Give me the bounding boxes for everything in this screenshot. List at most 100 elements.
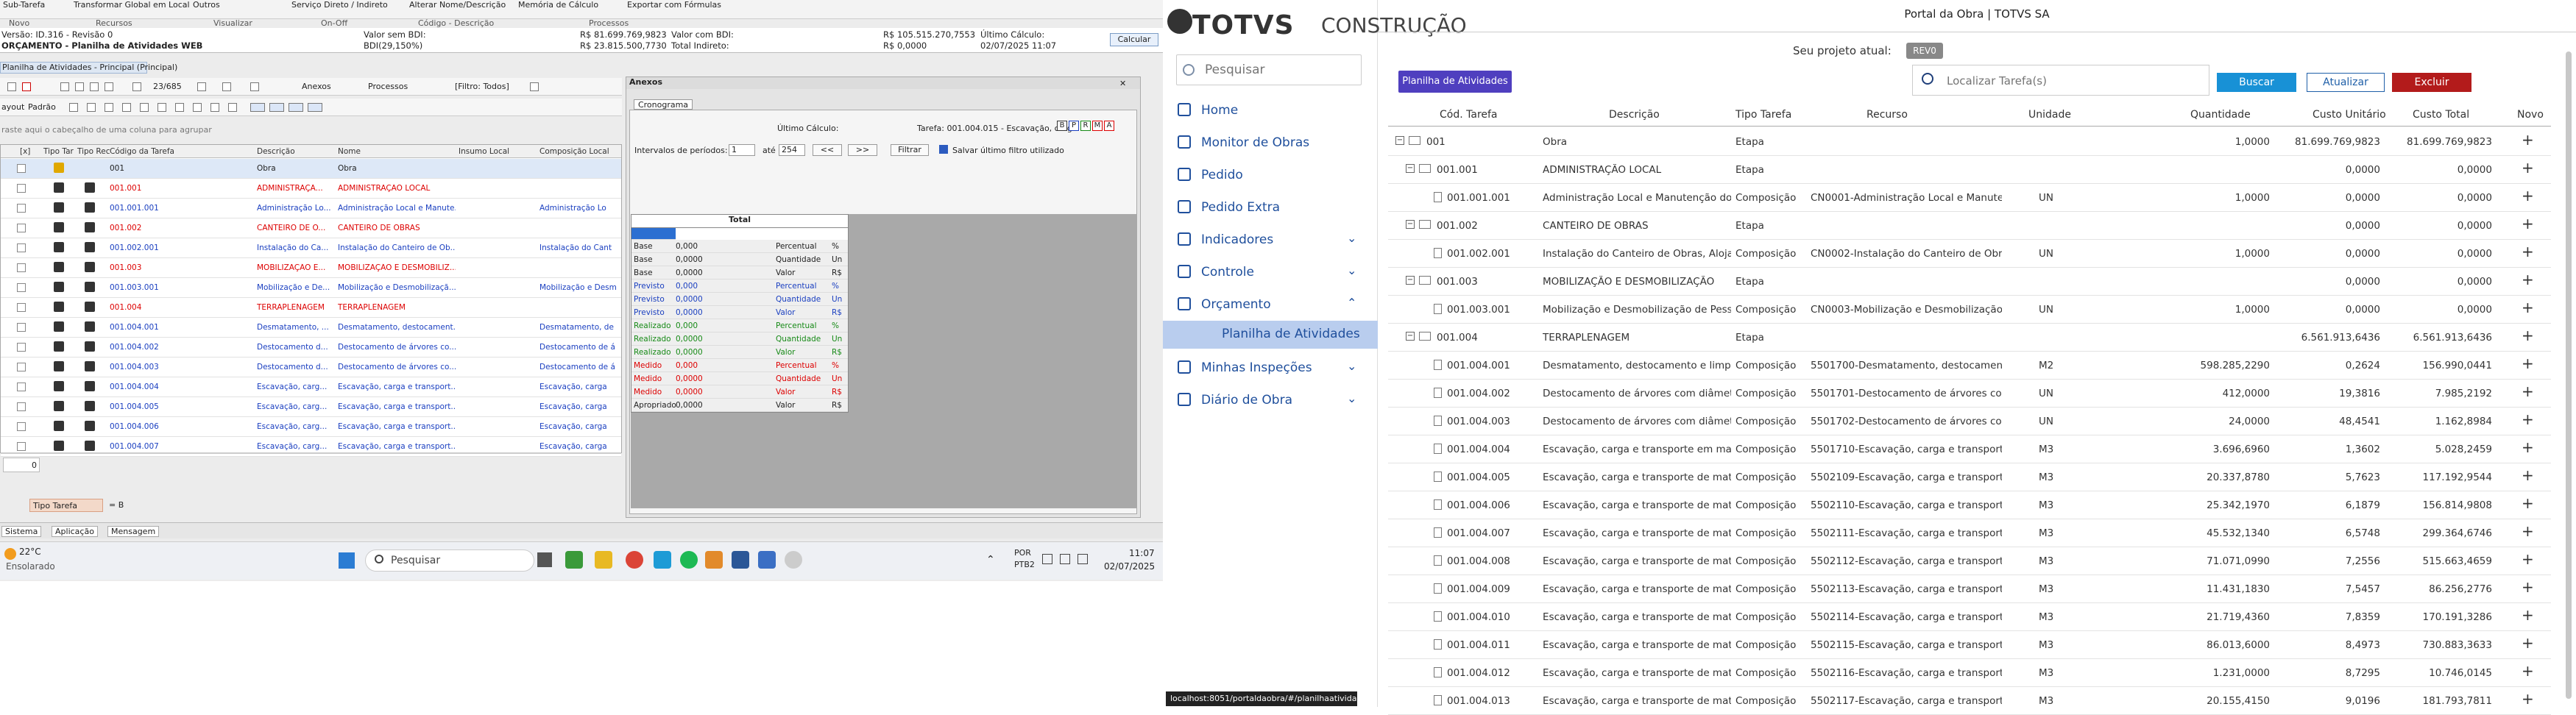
table-row[interactable]: 001.004.005 Escavação, carg... Escavação, …: [1, 397, 621, 417]
table-row[interactable]: 001.004.012 Escavação, carga e transporte…: [1388, 659, 2551, 687]
add-icon[interactable]: +: [2522, 355, 2534, 372]
table-row[interactable]: − 001.004 TERRAPLENAGEM Etapa 6.561.913,6436…: [1388, 324, 2551, 352]
grid-icon[interactable]: [228, 103, 237, 112]
save-icon[interactable]: [197, 82, 206, 91]
add-icon[interactable]: +: [2522, 159, 2534, 177]
tab-aplicacao[interactable]: Aplicação: [52, 526, 98, 537]
salvar-checkbox[interactable]: [939, 145, 948, 154]
grid-icon[interactable]: [193, 103, 202, 112]
sidebar-item-planilha-atividades[interactable]: Planilha de Atividades: [1163, 321, 1378, 349]
collapse-toggle-icon[interactable]: −: [1406, 164, 1415, 173]
grid-icon[interactable]: [105, 103, 113, 112]
refresh-icon[interactable]: [222, 82, 231, 91]
table-row[interactable]: − 001.002 CANTEIRO DE OBRAS Etapa 0,0000 0,00…: [1388, 212, 2551, 240]
table-row[interactable]: 001.001 ADMINISTRAÇÃ... ADMINISTRAÇÃO LOCA…: [1, 179, 621, 199]
grid-icon[interactable]: [140, 103, 149, 112]
row-checkbox[interactable]: [17, 303, 26, 312]
delete-icon[interactable]: [22, 82, 31, 91]
col-nome[interactable]: Nome: [338, 147, 361, 156]
add-icon[interactable]: +: [2522, 438, 2534, 456]
app-icon[interactable]: [654, 551, 671, 569]
spotify-icon[interactable]: [680, 551, 698, 569]
collapse-toggle-icon[interactable]: −: [1406, 220, 1415, 229]
table-row[interactable]: 001.004.011 Escavação, carga e transporte…: [1388, 631, 2551, 659]
col-recurso[interactable]: Recurso: [1866, 109, 1908, 121]
row-checkbox[interactable]: [17, 243, 26, 252]
table-row[interactable]: 001.004.005 Escavação, carga e transporte…: [1388, 463, 2551, 491]
windows-start-icon[interactable]: [339, 552, 355, 569]
add-icon[interactable]: +: [2522, 466, 2534, 484]
app-icon[interactable]: [705, 551, 723, 569]
row-checkbox[interactable]: [17, 283, 26, 292]
totals-selected-cell[interactable]: [631, 228, 676, 240]
col-quantidade[interactable]: Quantidade: [2190, 109, 2251, 121]
row-checkbox[interactable]: [17, 442, 26, 451]
table-row[interactable]: 001.003 MOBILIZAÇÃO E... MOBILIZAÇÃO E DES…: [1, 258, 621, 278]
table-row[interactable]: 001.004.010 Escavação, carga e transporte…: [1388, 603, 2551, 631]
table-row[interactable]: 001.004.013 Escavação, carga e transporte…: [1388, 687, 2551, 715]
filter-icon[interactable]: [250, 82, 259, 91]
sidebar-item[interactable]: Orçamento ⌃: [1163, 288, 1378, 321]
sidebar-item[interactable]: Controle ⌄: [1163, 256, 1378, 288]
table-row[interactable]: 001.004.001 Desmatamento, ... Desmatamento…: [1, 318, 621, 338]
col-descricao[interactable]: Descrição: [1609, 109, 1660, 121]
buscar-button[interactable]: Buscar: [2217, 73, 2296, 92]
table-row[interactable]: 001.004.002 Destocamento de árvores com d…: [1388, 380, 2551, 408]
status-badge[interactable]: A: [1104, 121, 1114, 131]
table-row[interactable]: 001.002.001 Instalação do Ca... Instalação…: [1, 238, 621, 258]
calcular-button[interactable]: Calcular: [1110, 33, 1158, 46]
collapse-toggle-icon[interactable]: −: [1406, 332, 1415, 341]
close-icon[interactable]: ✕: [1119, 79, 1126, 88]
volume-icon[interactable]: [1060, 554, 1070, 564]
grid-icon[interactable]: [210, 103, 219, 112]
table-row[interactable]: 001.004.008 Escavação, carga e transporte…: [1388, 547, 2551, 575]
folder-icon[interactable]: [595, 551, 612, 569]
table-row[interactable]: 001.001.001 Administração Local e Manuten…: [1388, 184, 2551, 212]
row-checkbox[interactable]: [17, 164, 26, 173]
view-icon[interactable]: [250, 103, 265, 112]
find-task-box[interactable]: [1912, 65, 2209, 96]
sidebar-item[interactable]: Monitor de Obras: [1163, 127, 1378, 159]
table-row[interactable]: 001.004.003 Destocamento d... Destocamento…: [1, 358, 621, 377]
sidebar-search-input[interactable]: [1205, 62, 1352, 78]
excluir-button[interactable]: Excluir: [2392, 73, 2471, 92]
add-icon[interactable]: +: [2522, 383, 2534, 400]
page-scrollbar[interactable]: [2566, 51, 2572, 699]
grid-icon[interactable]: [69, 103, 78, 112]
ribbon-servico[interactable]: Serviço Direto / Indireto: [291, 0, 388, 10]
table-row[interactable]: 001.002 CANTEIRO DE O... CANTEIRO DE OBRAS: [1, 218, 621, 238]
wifi-icon[interactable]: [1042, 554, 1052, 564]
sidebar-item[interactable]: Pedido: [1163, 159, 1378, 191]
sidebar-item[interactable]: Diário de Obra ⌄: [1163, 384, 1378, 416]
add-icon[interactable]: +: [2522, 299, 2534, 316]
row-checkbox[interactable]: [17, 204, 26, 213]
processos-button[interactable]: Processos: [368, 82, 408, 91]
clock-date[interactable]: 02/07/2025: [1104, 561, 1155, 572]
chevron-up-icon[interactable]: ⌃: [986, 554, 995, 566]
grid-icon[interactable]: [158, 103, 166, 112]
ribbon-alterar-nome[interactable]: Alterar Nome/Descrição: [409, 0, 506, 10]
status-badge[interactable]: B: [1057, 121, 1067, 131]
status-badge[interactable]: R: [1080, 121, 1091, 131]
settings-icon[interactable]: [530, 82, 539, 91]
arrow-down-icon[interactable]: [75, 82, 84, 91]
row-checkbox[interactable]: [17, 184, 26, 193]
collapse-toggle-icon[interactable]: −: [1395, 136, 1404, 145]
status-badge[interactable]: P: [1069, 121, 1079, 131]
add-icon[interactable]: +: [2522, 690, 2534, 708]
table-row[interactable]: 001.004.003 Destocamento de árvores com d…: [1388, 408, 2551, 435]
ribbon-transformar[interactable]: Transformar Global em Local: [74, 0, 190, 10]
outdent-icon[interactable]: [105, 82, 113, 91]
padrao-dropdown[interactable]: Padrão: [28, 102, 56, 112]
add-icon[interactable]: +: [2522, 522, 2534, 540]
taskbar-search[interactable]: Pesquisar: [365, 549, 534, 572]
add-icon[interactable]: +: [2522, 606, 2534, 624]
view-icon[interactable]: [269, 103, 284, 112]
table-row[interactable]: 001.004 TERRAPLENAGEM TERRAPLENAGEM: [1, 298, 621, 318]
indent-icon[interactable]: [90, 82, 99, 91]
add-icon[interactable]: +: [2522, 662, 2534, 680]
battery-icon[interactable]: [1078, 554, 1088, 564]
table-row[interactable]: 001.003.001 Mobilização e Desmobilização …: [1388, 296, 2551, 324]
view-icon[interactable]: [289, 103, 303, 112]
table-row[interactable]: 001.004.004 Escavação, carg... Escavação, …: [1, 377, 621, 397]
